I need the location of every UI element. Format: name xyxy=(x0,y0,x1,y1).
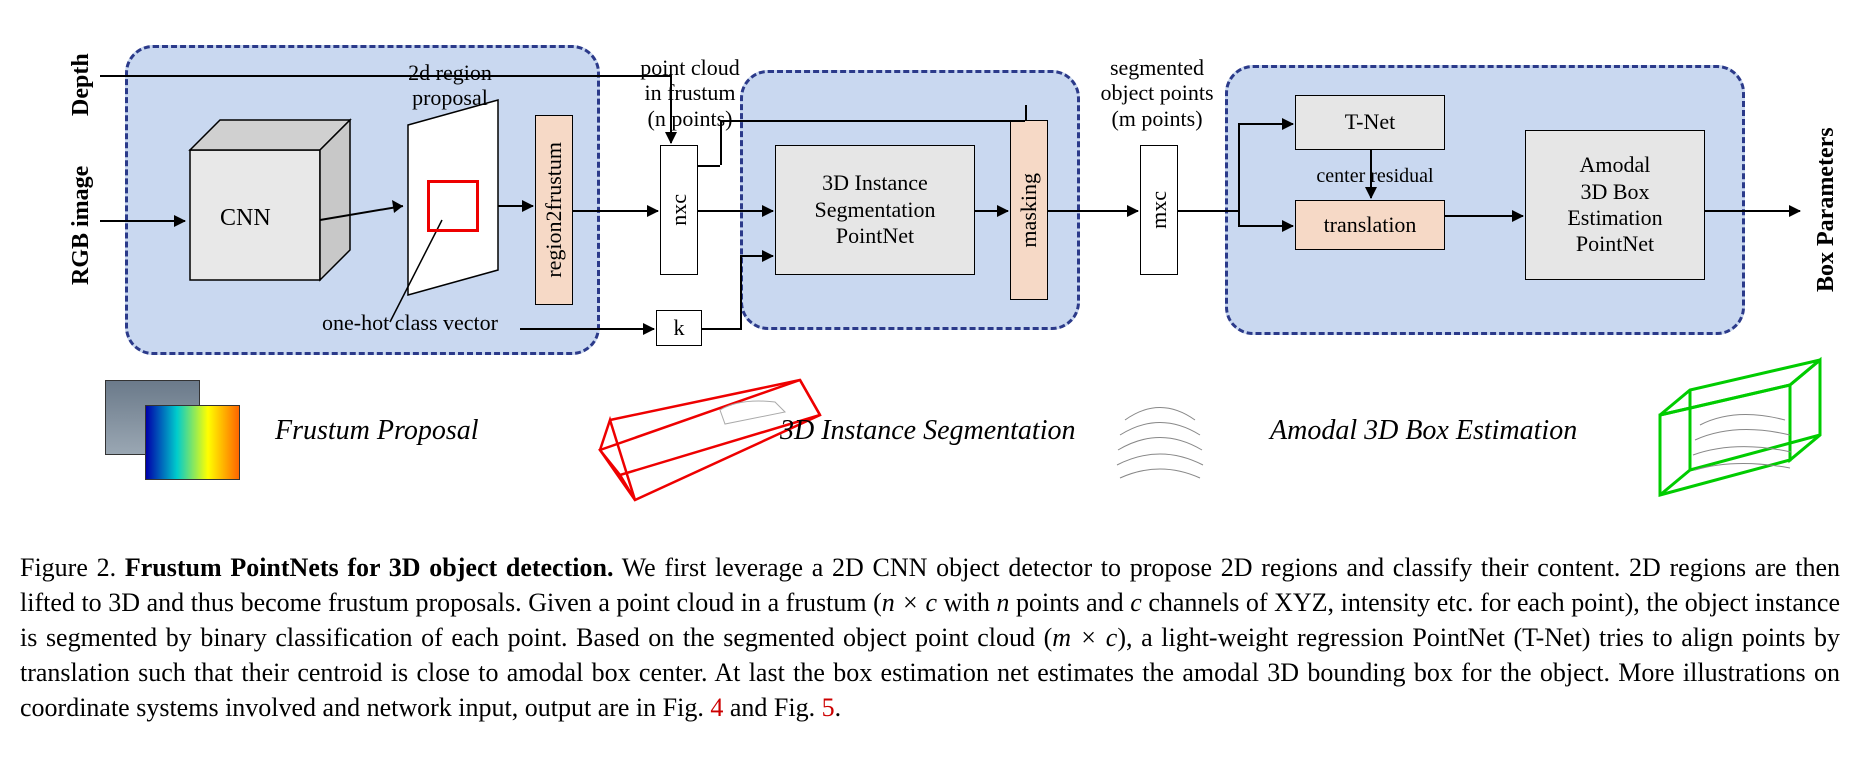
arrow-to-output xyxy=(1705,210,1800,212)
rgb-input-label: RGB image xyxy=(68,150,95,300)
region2frustum-block: region2frustum xyxy=(535,115,573,305)
masking-block: masking xyxy=(1010,120,1048,300)
tnet-block: T-Net xyxy=(1295,95,1445,150)
red-bbox-icon xyxy=(427,180,479,232)
caption-body-7: . xyxy=(835,693,842,722)
k-label: k xyxy=(674,315,685,341)
caption-title: Frustum PointNets for 3D object detectio… xyxy=(125,553,614,582)
caption-ref-5: 5 xyxy=(822,693,835,722)
frustum-stage-title: Frustum Proposal xyxy=(275,415,479,447)
arrow-tnet-to-translation xyxy=(1370,150,1372,198)
nxc-label: nxc xyxy=(666,194,692,226)
cnn-block-label: CNN xyxy=(220,205,271,233)
mxc-label: mxc xyxy=(1146,191,1172,229)
caption-ref-4: 4 xyxy=(710,693,723,722)
nxc-block: nxc xyxy=(660,145,698,275)
caption-math-2: n xyxy=(996,588,1009,617)
arrow-up-to-tnet xyxy=(1238,123,1240,212)
caption-math-1: n × c xyxy=(882,588,937,617)
estimation-stage-title: Amodal 3D Box Estimation xyxy=(1270,415,1577,447)
arrow-into-tnet xyxy=(1238,123,1293,125)
arrow-nxc-up xyxy=(720,120,722,165)
arrow-over-seg xyxy=(720,120,1025,122)
arrow-split xyxy=(1238,210,1240,227)
k-block: k xyxy=(656,310,702,346)
arrow-depth xyxy=(100,75,670,77)
arrow-r2f-to-nxc xyxy=(573,210,658,212)
region-proposal-label: 2d region proposal xyxy=(390,60,510,111)
depth-input-label: Depth xyxy=(68,40,95,130)
segmentation-stage-title: 3D Instance Segmentation xyxy=(780,415,1076,447)
mxc-block: mxc xyxy=(1140,145,1178,275)
caption-math-4: m × c xyxy=(1052,623,1117,652)
arrow-rgb-to-cnn xyxy=(100,220,185,222)
caption-fig-label: Figure 2. xyxy=(20,553,116,582)
figure-caption: Figure 2. Frustum PointNets for 3D objec… xyxy=(20,550,1840,725)
arrow-trans-to-box xyxy=(1445,215,1523,217)
caption-body-6: and Fig. xyxy=(723,693,821,722)
architecture-diagram: Depth RGB image Box Parameters xyxy=(20,20,1840,540)
output-label: Box Parameters xyxy=(1813,100,1840,320)
arrow-into-translation xyxy=(1238,225,1293,227)
arrow-k-into-seg xyxy=(740,255,773,257)
arrow-mxc-out xyxy=(1178,210,1238,212)
arrow-seg-to-mask xyxy=(975,210,1008,212)
seg-pointnet-block: 3D Instance Segmentation PointNet xyxy=(775,145,975,275)
caption-body-2: with xyxy=(937,588,996,617)
arrow-onehot-to-k xyxy=(520,328,654,330)
arrow-mask-to-mxc xyxy=(1048,210,1138,212)
region2frustum-label: region2frustum xyxy=(541,142,567,278)
translation-block: translation xyxy=(1295,200,1445,250)
arrow-depth-down xyxy=(670,75,672,143)
one-hot-label: one-hot class vector xyxy=(300,310,520,335)
arrow-k-up xyxy=(740,255,742,328)
arrow-into-mask-down-pre xyxy=(1025,105,1027,120)
amodal-box-net-block: Amodal 3D Box Estimation PointNet xyxy=(1525,130,1705,280)
arrow-plane-to-r2f xyxy=(498,205,533,207)
figure: Depth RGB image Box Parameters xyxy=(20,20,1840,725)
arrow-nxc-to-seg xyxy=(698,210,773,212)
caption-body-3: points and xyxy=(1009,588,1130,617)
caption-math-3: c xyxy=(1130,588,1142,617)
masking-label: masking xyxy=(1016,173,1042,248)
center-residual-label: center residual xyxy=(1300,165,1450,188)
arrow-nxc-up-start xyxy=(698,165,720,167)
depth-thumb-icon xyxy=(145,405,240,480)
segmented-label: segmented object points (m points) xyxy=(1082,55,1232,131)
arrow-k-right xyxy=(702,328,742,330)
